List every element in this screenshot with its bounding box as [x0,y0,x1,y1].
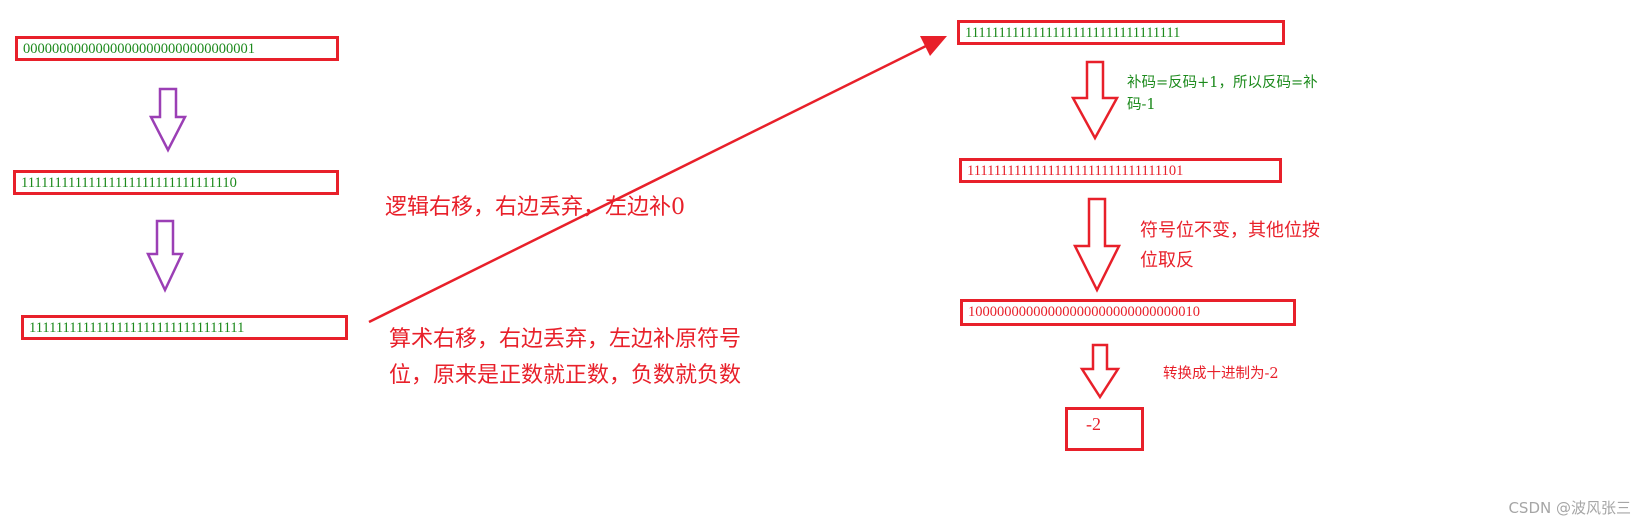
down-arrow-red-1 [1070,60,1120,141]
binary-box-step3: 11111111111111111111111111111111 [21,315,348,340]
watermark: CSDN @波风张三 [1508,499,1631,517]
binary-value: 00000000000000000000000000000001 [23,41,255,57]
decimal-note: 转换成十进制为-2 [1163,366,1279,382]
binary-value: 11111111111111111111111111111111 [29,320,245,336]
result-value: -2 [1086,414,1101,434]
arrows-layer [146,36,1122,400]
arithmetic-shift-line1: 算术右移，右边丢弃，左边补原符号 [389,327,742,352]
complement-note: 补码=反码+1，所以反码=补 码-1 [1127,75,1318,113]
down-arrow-purple-2 [146,219,184,293]
diagonal-arrow-line [368,44,927,324]
down-arrow-purple-1 [148,87,188,153]
sign-bit-note: 符号位不变，其他位按 位取反 [1140,220,1320,271]
down-arrow-red-3 [1079,343,1121,400]
logical-shift-note: 逻辑右移，右边丢弃，左边补0 [385,195,685,220]
binary-value: 11111111111111111111111111111111 [965,25,1181,41]
binary-box-step2: 11111111111111111111111111111110 [13,170,339,195]
binary-box-step1: 00000000000000000000000000000001 [15,36,339,61]
binary-box-r1: 11111111111111111111111111111111 [957,20,1285,45]
arithmetic-shift-line2: 位，原来是正数就正数，负数就负数 [389,363,742,388]
down-arrow-red-2 [1072,197,1122,293]
binary-box-r3: 10000000000000000000000000000010 [960,299,1296,326]
diagonal-arrow-head [920,36,947,56]
binary-value: 10000000000000000000000000000010 [968,304,1200,320]
binary-box-r2: 11111111111111111111111111111101 [959,158,1282,183]
arithmetic-shift-note: 算术右移，右边丢弃，左边补原符号 位，原来是正数就正数，负数就负数 [389,322,741,394]
result-box: -2 [1065,407,1144,451]
binary-value: 11111111111111111111111111111101 [967,163,1184,179]
binary-value: 11111111111111111111111111111110 [21,175,237,191]
